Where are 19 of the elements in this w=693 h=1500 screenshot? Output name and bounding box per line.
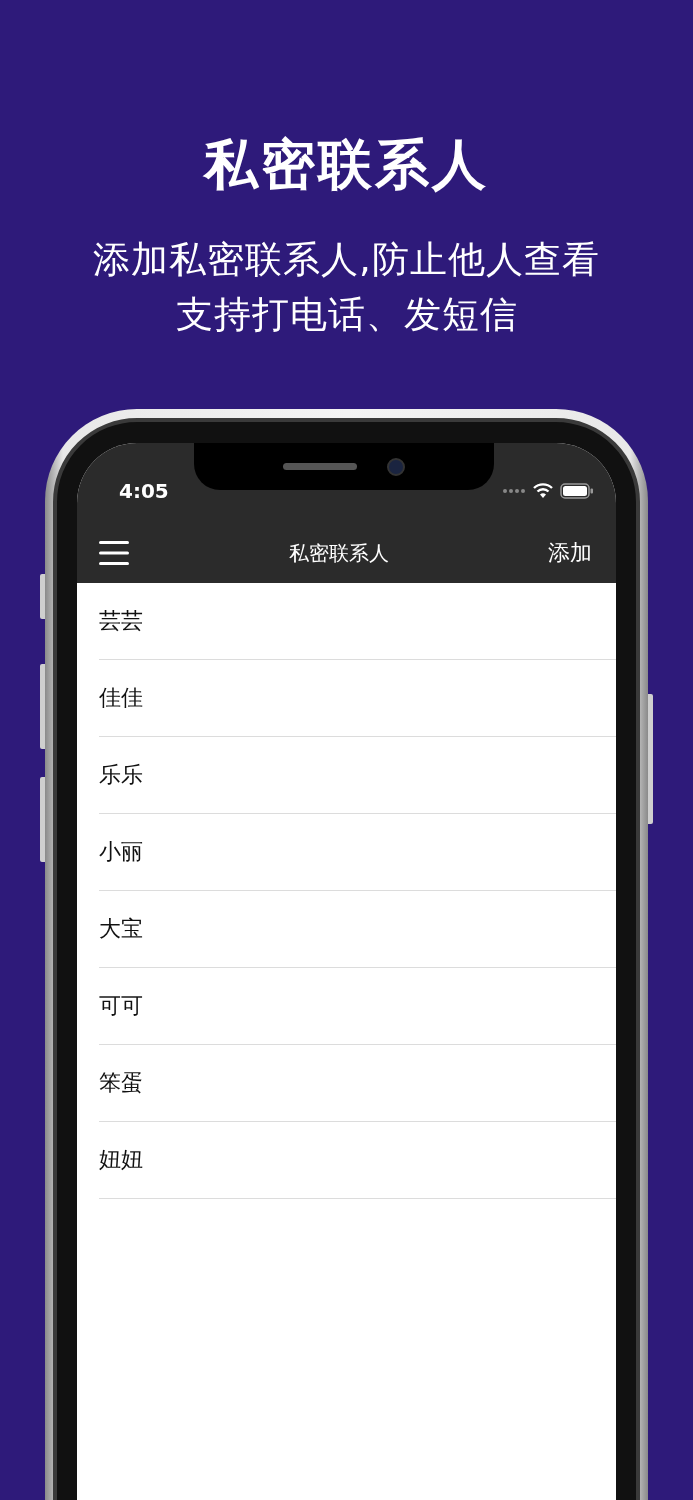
contact-name[interactable]: 芸芸: [99, 606, 143, 636]
wifi-icon: [532, 483, 554, 499]
status-time: 4:05: [119, 479, 169, 503]
promo-title: 私密联系人: [202, 132, 490, 198]
battery-icon: [560, 483, 594, 499]
screen-title: 私密联系人: [288, 539, 389, 567]
contact-name[interactable]: 大宝: [99, 914, 143, 944]
menu-icon[interactable]: [99, 540, 129, 566]
signal-icon: [502, 488, 526, 494]
promo-subtitle: 支持打电话、发短信: [174, 292, 519, 338]
add-button[interactable]: 添加: [548, 538, 592, 568]
contact-name[interactable]: 小丽: [99, 837, 143, 867]
contact-name[interactable]: 乐乐: [99, 760, 143, 790]
promo-subtitle: 添加私密联系人,防止他人查看: [92, 237, 601, 283]
contact-name[interactable]: 妞妞: [99, 1145, 143, 1175]
contact-name[interactable]: 佳佳: [99, 683, 143, 713]
camera-lens: [387, 457, 405, 476]
contact-name[interactable]: 可可: [99, 991, 143, 1021]
contact-name[interactable]: 笨蛋: [99, 1068, 143, 1098]
